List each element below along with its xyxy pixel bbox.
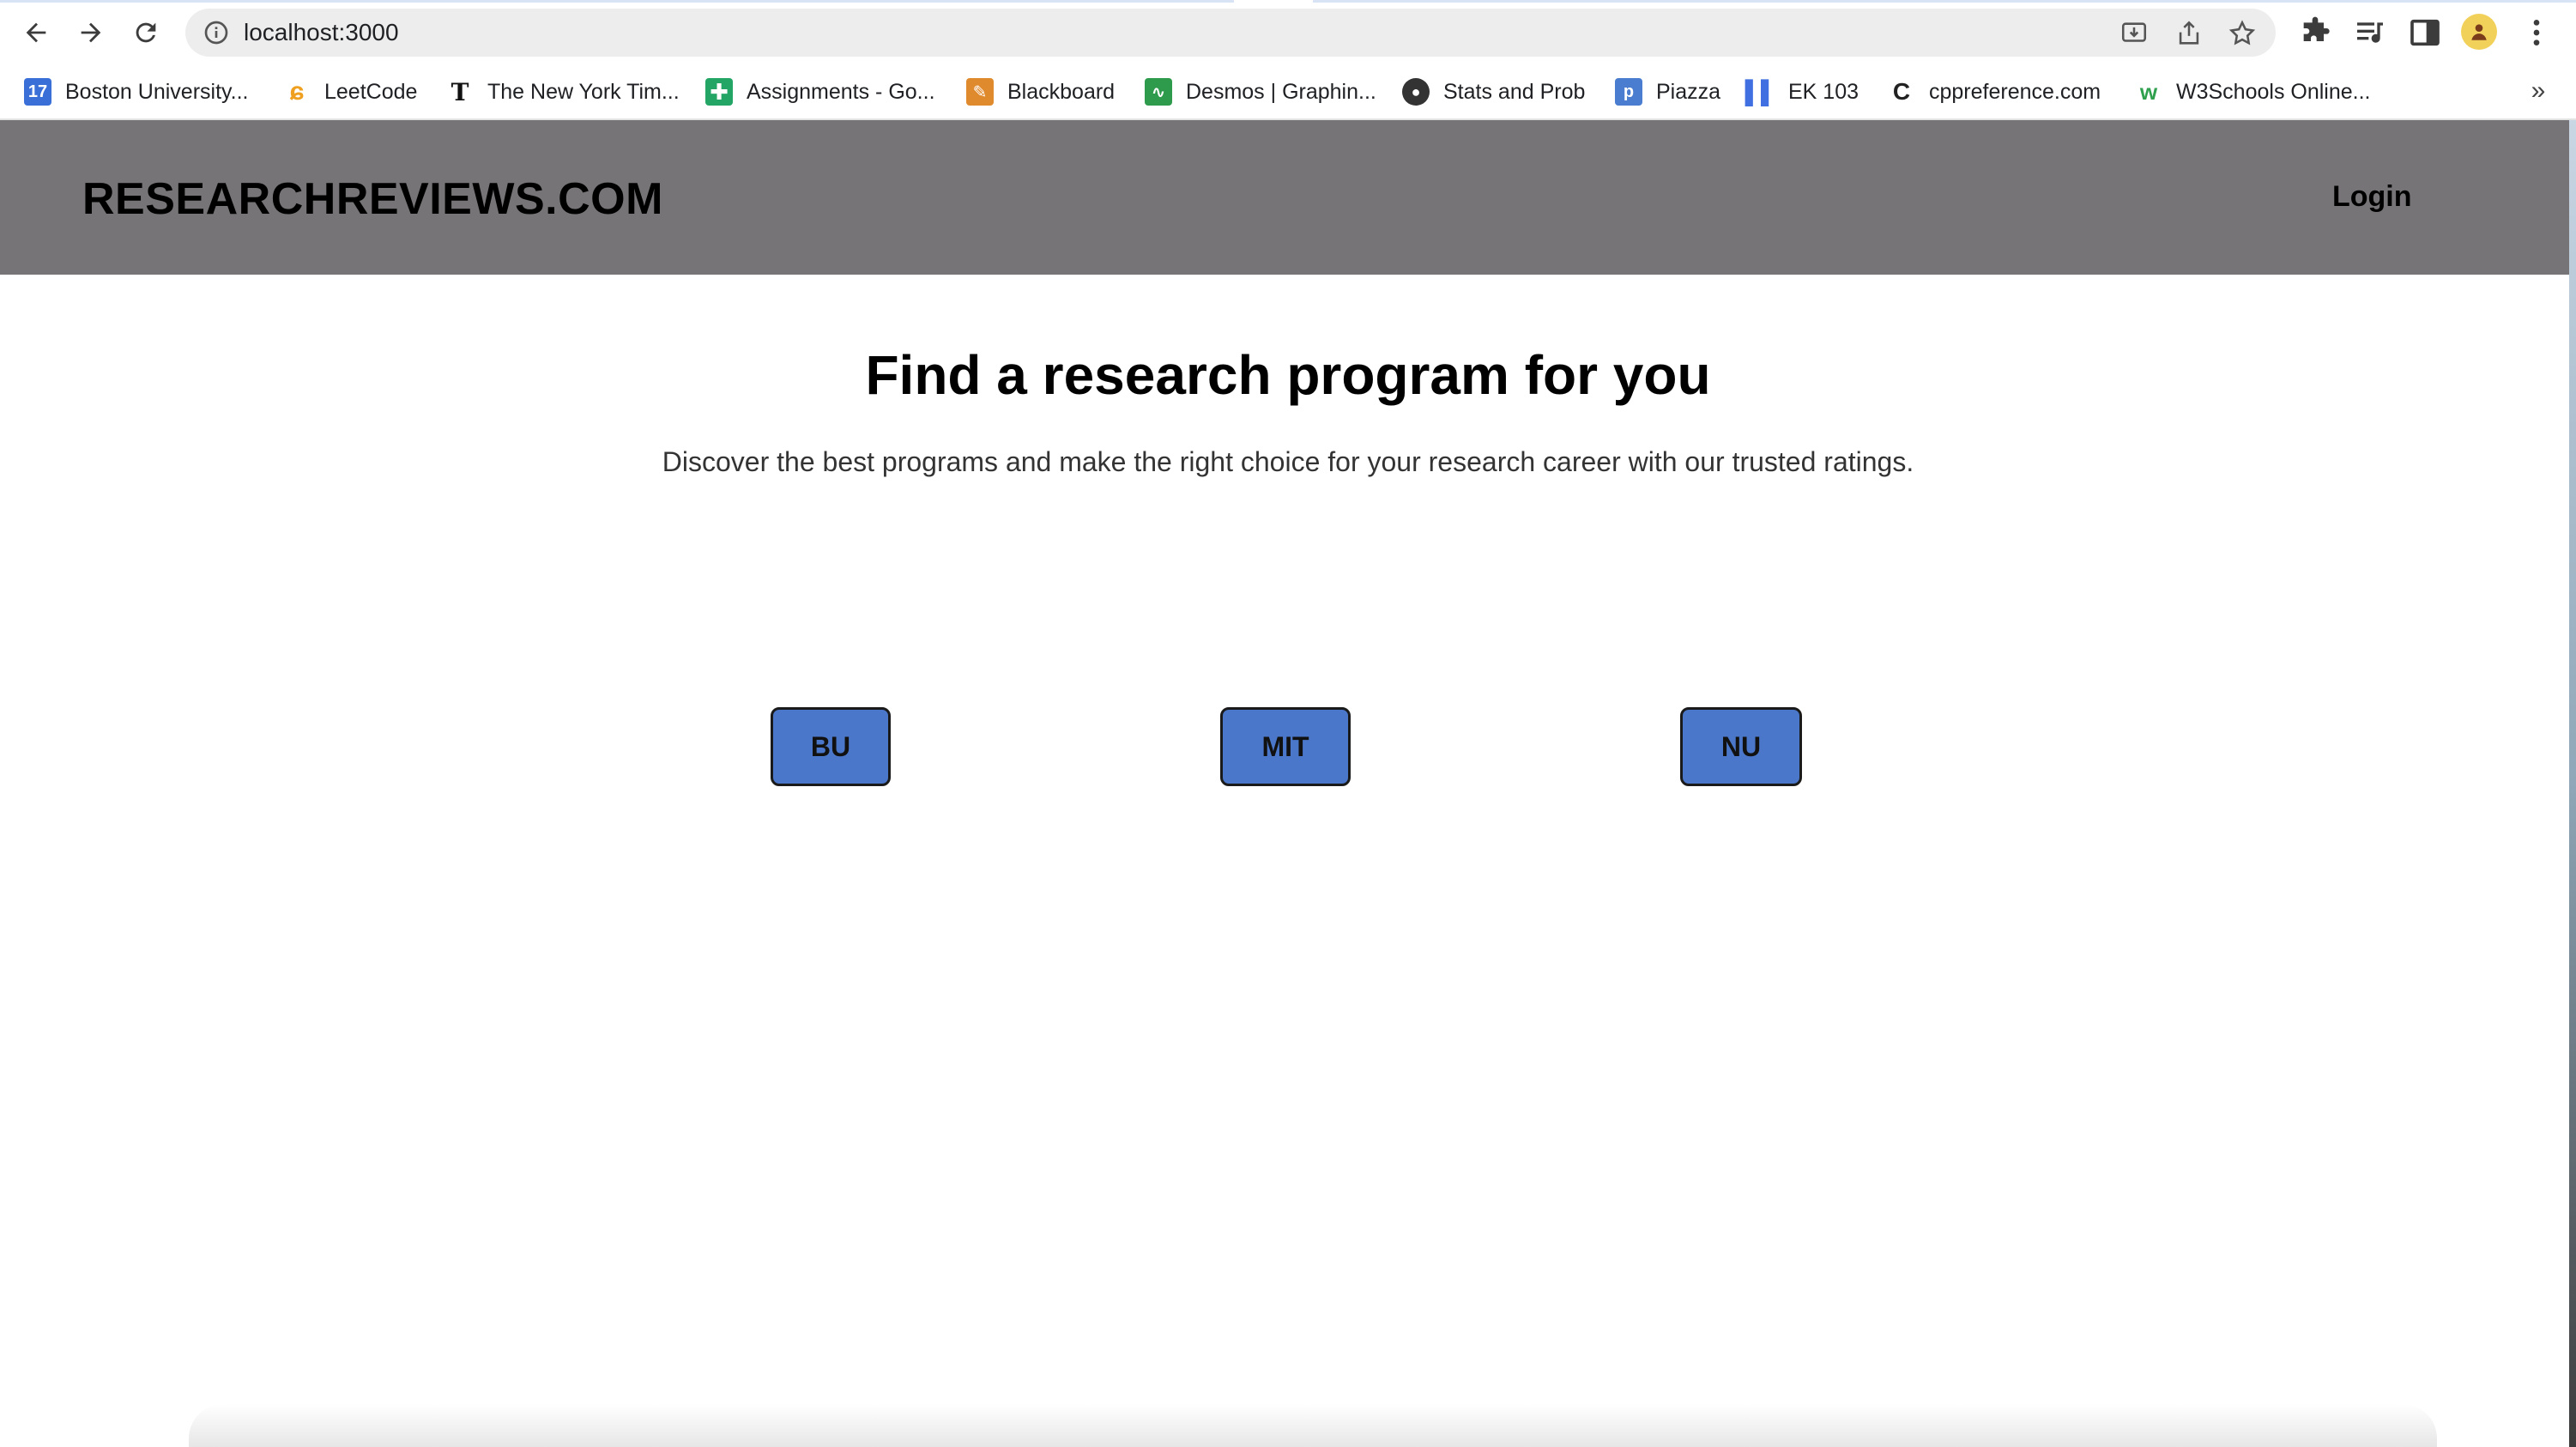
bookmark-label: Piazza: [1656, 79, 1721, 104]
w3schools-icon: w: [2139, 78, 2158, 105]
bookmark-label: Desmos | Graphin...: [1186, 79, 1376, 104]
bookmark-item[interactable]: ∿ Desmos | Graphin...: [1145, 65, 1376, 118]
site-header: RESEARCHREVIEWS.COM Login: [0, 120, 2576, 275]
globe-icon: ●: [1402, 78, 1430, 106]
bookmark-label: The New York Tim...: [487, 79, 680, 104]
media-playlist-icon[interactable]: [2353, 15, 2387, 50]
page-subtitle: Discover the best programs and make the …: [662, 446, 1914, 477]
share-icon[interactable]: [2174, 19, 2204, 48]
window-edge: [2569, 120, 2576, 1447]
reload-icon: [136, 22, 156, 43]
bookmark-label: Assignments - Go...: [747, 79, 935, 104]
bookmark-label: Stats and Prob: [1443, 79, 1586, 104]
reload-button[interactable]: [125, 12, 166, 53]
back-button[interactable]: [15, 12, 57, 53]
site-brand[interactable]: RESEARCHREVIEWS.COM: [82, 173, 663, 225]
bookmark-label: cppreference.com: [1929, 79, 2101, 104]
bar-chart-icon: ▌▌: [1745, 78, 1777, 105]
bookmark-item[interactable]: T The New York Tim...: [446, 65, 680, 118]
loading-indicator: [0, 0, 1234, 3]
bookmarks-overflow-icon[interactable]: »: [2521, 74, 2555, 108]
blackboard-icon: ✎: [966, 78, 994, 106]
bookmark-label: Blackboard: [1007, 79, 1116, 104]
browser-toolbar: localhost:3000: [0, 0, 2576, 65]
side-panel-icon[interactable]: [2408, 15, 2442, 50]
install-app-icon[interactable]: [2119, 19, 2149, 48]
school-button-nu[interactable]: NU: [1680, 707, 1802, 786]
nyt-icon: T: [450, 77, 469, 106]
info-icon[interactable]: [203, 19, 230, 46]
desmos-icon: ∿: [1145, 78, 1172, 106]
cpp-icon: C: [1892, 78, 1911, 105]
bookmark-item[interactable]: ✚ Assignments - Go...: [705, 65, 935, 118]
forward-button[interactable]: [70, 12, 112, 53]
menu-kebab-icon[interactable]: [2519, 15, 2554, 50]
school-button-mit[interactable]: MIT: [1220, 707, 1351, 786]
arrow-right-icon: [81, 22, 101, 43]
bookmark-star-icon[interactable]: [2228, 19, 2257, 48]
bookmark-item[interactable]: ▌▌ EK 103: [1745, 65, 1859, 118]
bookmark-item[interactable]: ● Stats and Prob: [1402, 65, 1585, 118]
page-title: Find a research program for you: [865, 344, 1711, 406]
profile-icon: [2471, 24, 2487, 40]
extensions-icon[interactable]: [2298, 15, 2332, 50]
leetcode-icon: ɕ: [289, 77, 305, 106]
bookmark-item[interactable]: ɕ LeetCode: [283, 65, 418, 118]
bookmark-label: LeetCode: [324, 79, 418, 104]
loading-indicator-tail: [1313, 0, 2576, 3]
url-text[interactable]: localhost:3000: [244, 19, 399, 46]
profile-avatar[interactable]: [2461, 14, 2497, 50]
bookmark-item[interactable]: C cppreference.com: [1888, 65, 2101, 118]
login-link[interactable]: Login: [2332, 180, 2412, 214]
arrow-left-icon: [26, 22, 46, 43]
school-button-bu[interactable]: BU: [771, 707, 891, 786]
calendar-icon: 17: [24, 78, 51, 106]
address-bar[interactable]: localhost:3000: [185, 9, 2276, 57]
bookmark-label: W3Schools Online...: [2176, 79, 2371, 104]
bookmark-label: EK 103: [1788, 79, 1859, 104]
piazza-icon: p: [1615, 78, 1642, 106]
bookmark-label: Boston University...: [65, 79, 249, 104]
bookmark-item[interactable]: ✎ Blackboard: [966, 65, 1115, 118]
bookmark-item[interactable]: 17 Boston University...: [24, 65, 249, 118]
bookmarks-bar: 17 Boston University... ɕ LeetCode T The…: [0, 65, 2576, 120]
bookmark-item[interactable]: w W3Schools Online...: [2135, 65, 2371, 118]
bookmark-item[interactable]: p Piazza: [1615, 65, 1720, 118]
sheets-icon: ✚: [705, 78, 733, 106]
window-shadow: [189, 1404, 2437, 1447]
